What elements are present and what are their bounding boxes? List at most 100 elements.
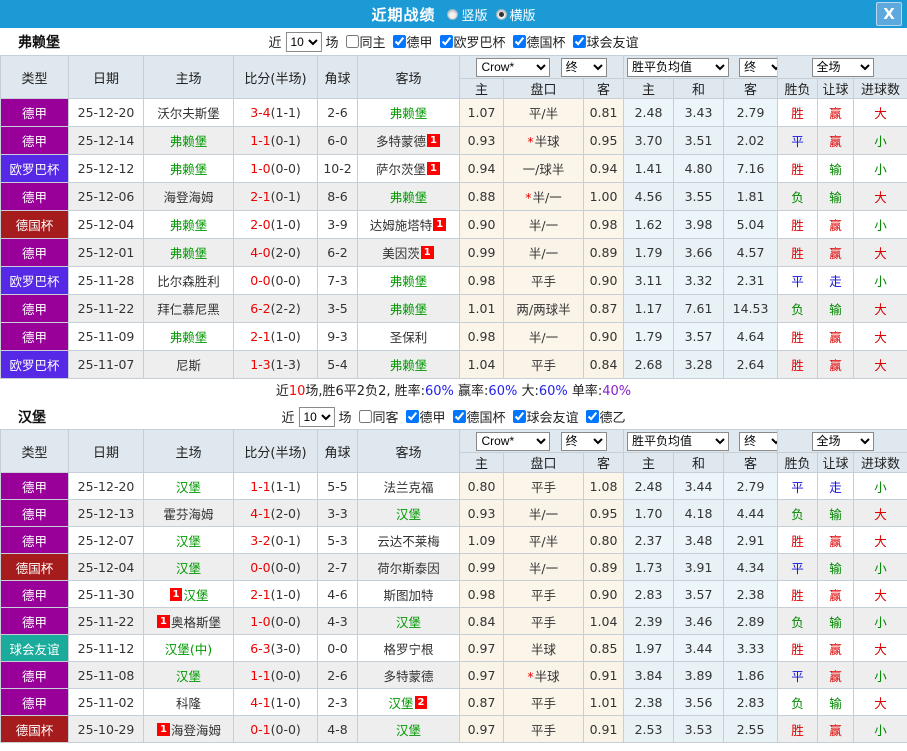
euro-away-odds: 5.04 [723,210,779,239]
date-cell: 25-12-13 [68,499,144,527]
final-odds-select-3[interactable]: 终 [560,431,607,451]
full-match-select-2[interactable]: 全场 [811,431,874,451]
team-cell: 弗赖堡 [357,266,460,295]
asian-odds-group-2: Crow* 终 [458,429,625,453]
team-cell: 多特蒙德 [357,661,460,689]
league-checkbox[interactable] [392,34,406,48]
league-filter-label: 德甲 [419,410,446,426]
euro-home-odds: 2.83 [623,580,675,608]
euro-away-odds: 2.79 [723,472,779,500]
asia-home-odds: 0.98 [459,580,504,608]
result-group-2: 全场 [777,429,907,453]
league-checkbox[interactable] [512,34,526,48]
col-corner: 角球 [317,55,358,99]
league-checkbox[interactable] [572,34,586,48]
handicap-cell: 平手 [503,688,584,716]
table-header-row-2: 类型 日期 主场 比分(半场) 角球 客场 Crow* 终 胜平负均值 终 全场 [0,429,907,473]
euro-home-odds: 2.38 [623,688,675,716]
result-goals-cell: 小 [853,661,907,689]
sub-home: 主 [459,78,504,99]
final-odds-select[interactable]: 终 [560,57,607,77]
euro-home-odds: 1.79 [623,322,675,351]
handicap-cell: 平手 [503,580,584,608]
same-venue-checkbox-2[interactable] [358,410,372,423]
col-score: 比分(半场) [233,55,318,99]
result-handicap-cell: 赢 [817,238,855,267]
league-checkbox[interactable] [452,409,466,423]
team-cell: 汉堡 [143,661,234,689]
team-cell: 汉堡 [143,472,234,500]
full-score: 1-1 [250,133,271,148]
result-wdl-cell: 平 [777,661,819,689]
team-name: 达姆施塔特 [369,218,433,233]
euro-draw-odds: 3.44 [673,634,725,662]
euro-away-odds: 2.31 [723,266,779,295]
sub-away: 客 [582,78,625,99]
full-score: 3-4 [250,105,271,120]
result-handicap-cell: 赢 [817,210,855,239]
final-odds-select-2[interactable]: 终 [739,57,777,77]
bookmaker-select[interactable]: Crow* [476,57,551,77]
avg-odds-select[interactable]: 胜平负均值 [627,57,730,77]
full-score: 1-0 [250,613,271,629]
team-name: 汉堡 [175,479,201,495]
full-score: 2-1 [250,189,271,204]
corner-cell: 3-5 [317,294,358,323]
match-count-select[interactable]: 10 [285,31,322,52]
full-score: 6-3 [250,640,271,656]
asia-away-odds: 1.00 [582,182,625,211]
team-cell: 科隆 [143,688,234,716]
team-name: 尼斯 [175,358,201,373]
euro-draw-odds: 3.44 [673,472,725,500]
team-cell: 拜仁慕尼黑 [143,294,234,323]
col-score-2: 比分(半场) [233,429,318,473]
result-wdl-cell: 负 [777,182,819,211]
result-goals-cell: 大 [853,580,907,608]
horizontal-layout-radio[interactable] [495,8,507,20]
match-count-select-2[interactable]: 10 [298,406,335,427]
league-checkbox[interactable] [585,409,599,423]
score-cell: 2-1(1-0) [233,580,318,608]
handicap-cell: 半/一 [503,238,584,267]
corner-cell: 2-6 [317,661,358,689]
league-cell: 德甲 [0,580,69,608]
close-button[interactable]: X [876,2,902,26]
team-name: 弗赖堡 [389,190,428,205]
near-label-2: 近 [281,411,295,426]
sub-handicap-2: 盘口 [503,452,584,473]
team-cell: 弗赖堡 [143,210,234,239]
asia-home-odds: 0.98 [459,322,504,351]
summary-part: 60% [425,384,454,399]
euro-odds-group: 胜平负均值 终 [623,55,779,79]
col-date: 日期 [68,55,144,99]
euro-away-odds: 2.55 [723,715,779,743]
team-cell: 1 奥格斯堡 [143,607,234,635]
team-name-freiburg: 弗赖堡 [18,34,60,51]
league-checkbox[interactable] [512,409,526,423]
bookmaker-select-3[interactable]: Crow* [476,431,551,451]
league-checkbox[interactable] [439,34,453,48]
same-venue-checkbox[interactable] [345,35,359,48]
team-cell: 弗赖堡 [143,154,234,183]
full-match-select[interactable]: 全场 [811,57,874,77]
games-label-2: 场 [338,411,352,426]
vertical-layout-radio[interactable] [447,8,459,20]
euro-away-odds: 2.38 [723,580,779,608]
avg-odds-select-2[interactable]: 胜平负均值 [627,431,730,451]
team-name: 海登海姆 [163,190,214,205]
col-away: 客场 [357,55,460,99]
asia-away-odds: 0.94 [582,154,625,183]
corner-cell: 2-6 [317,98,358,127]
result-handicap-cell: 赢 [817,580,855,608]
half-score: (0-0) [270,721,301,737]
date-cell: 25-12-07 [68,526,144,554]
match-row: 欧罗巴杯 25-11-28 比尔森胜利 0-0(0-0) 7-3 弗赖堡 0.98 平手 0.9… [0,266,907,295]
team-cell: 弗赖堡 [143,322,234,351]
league-cell: 欧罗巴杯 [0,350,69,379]
final-odds-select-4[interactable]: 终 [739,431,777,451]
asia-home-odds: 0.84 [459,607,504,635]
section-hamburg-bar: 汉堡 近 10 场 同客 德甲 德国杯 球会友谊 德乙 [0,404,907,429]
league-checkbox[interactable] [405,409,419,423]
handicap-cell: 平手 [503,472,584,500]
result-handicap-cell: 输 [817,154,855,183]
